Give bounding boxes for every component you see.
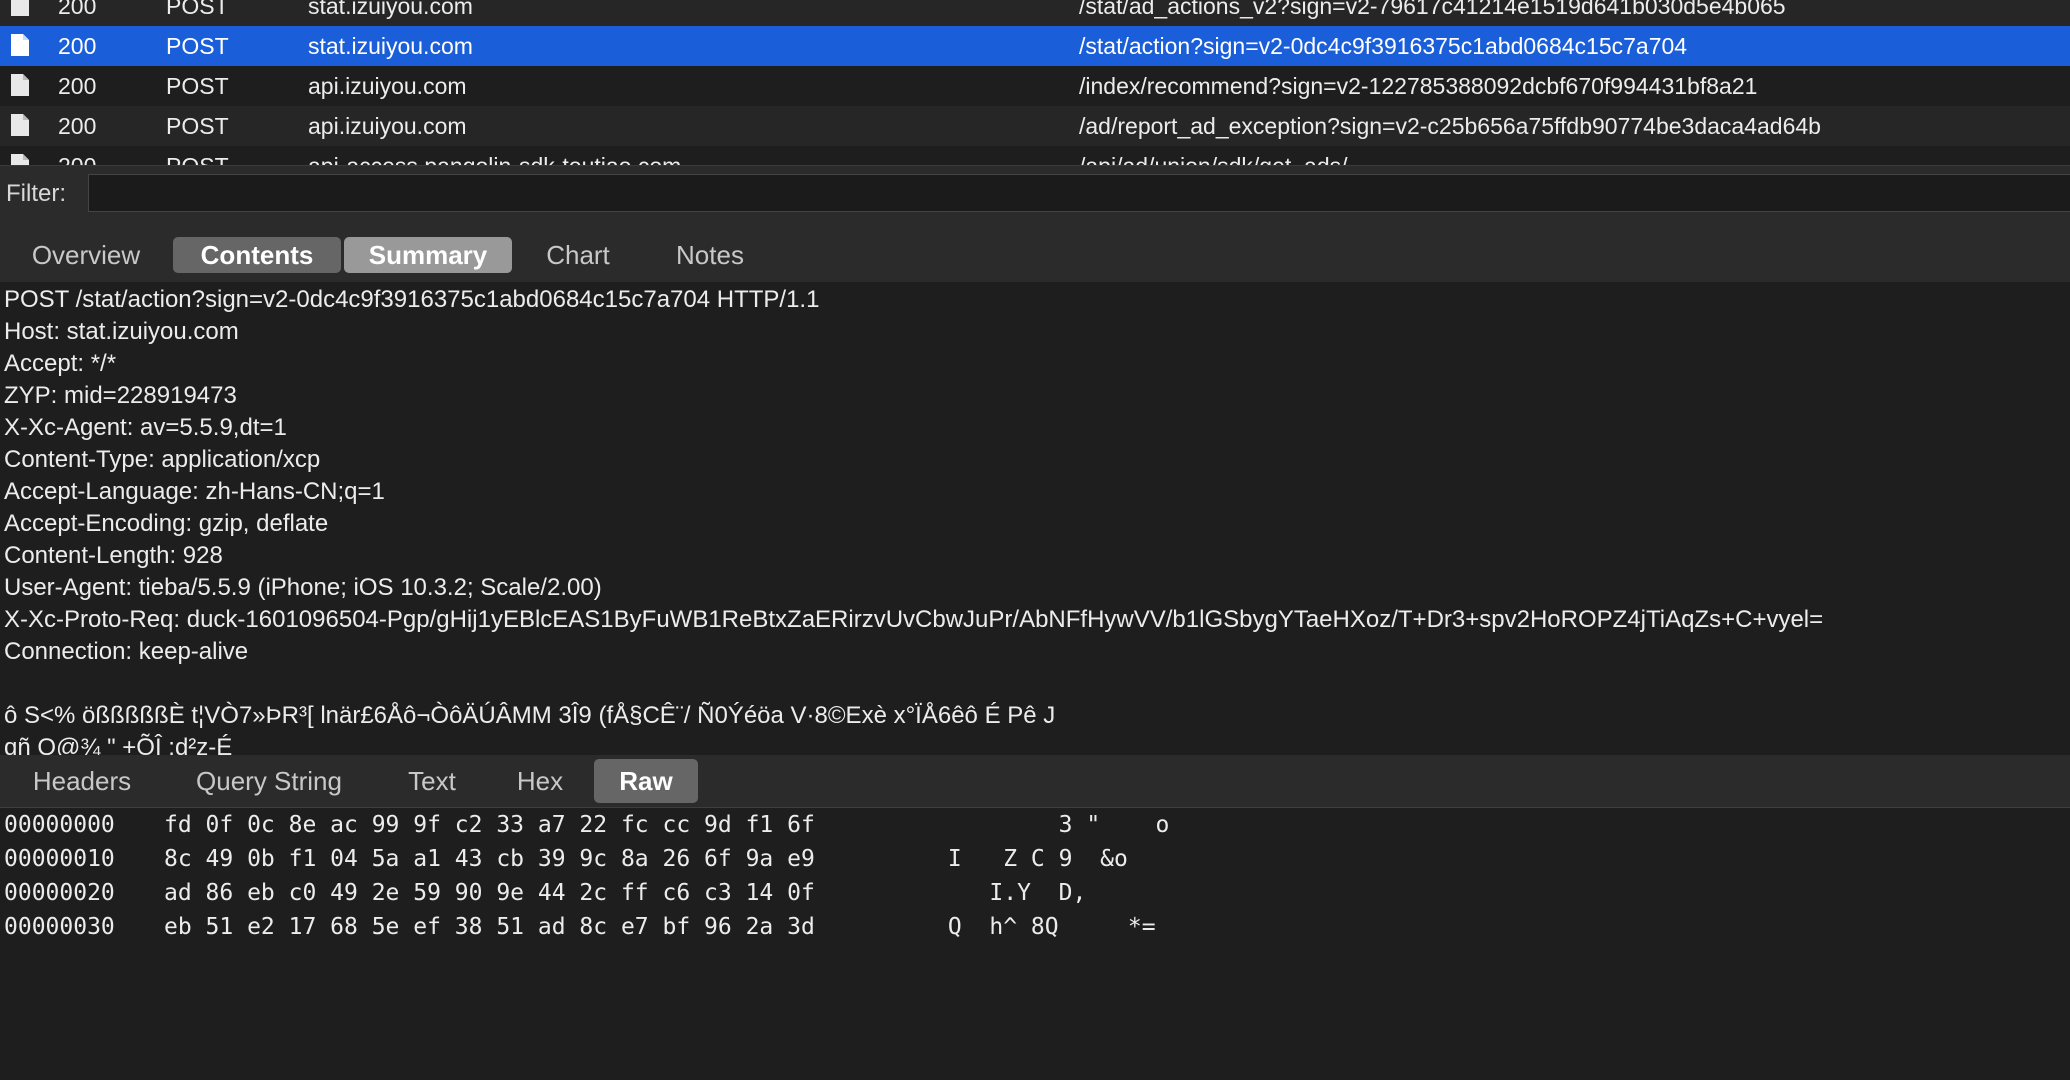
body-tab-bar: Headers Query String Text Hex Raw [0,755,2070,808]
header-connection: Connection: keep-alive [4,638,249,665]
tab-chart[interactable]: Chart [528,237,628,273]
header-accept: Accept: */* [4,350,117,377]
hex-ascii: I Z C 9 &o [934,846,1128,872]
body-binary-line: ô S<% ößßßßßÈ t¦VÒ7»ÞR³[ lnär£6Åô¬ÒôÄÚÂM… [4,702,1056,729]
hex-ascii: I.Y D, [934,880,1087,906]
hex-line: 00000000 fd 0f 0c 8e ac 99 9f c2 33 a7 2… [4,808,1169,842]
request-host: api-access.pangolin-sdk-toutiao.com [308,146,681,165]
tab-text[interactable]: Text [394,759,470,803]
header-user-agent: User-Agent: tieba/5.5.9 (iPhone; iOS 10.… [4,574,602,601]
document-icon [10,113,30,137]
request-host: stat.izuiyou.com [308,0,473,19]
hex-offset: 00000010 [4,846,115,872]
hex-line: 00000010 8c 49 0b f1 04 5a a1 43 cb 39 9… [4,842,1128,876]
body-binary-line: qñ Q@¾ " +ÕÎ :d²z-É [4,734,233,755]
request-path: /stat/ad_actions_v2?sign=v2-79617c41214e… [1079,0,1786,19]
detail-tab-bar: Overview Contents Summary Chart Notes [0,226,2070,282]
request-method: POST [166,33,229,59]
request-method: POST [166,146,229,165]
request-path: /ad/report_ad_exception?sign=v2-c25b656a… [1079,113,1821,139]
tab-query-string[interactable]: Query String [180,759,358,803]
hex-bytes: fd 0f 0c 8e ac 99 9f c2 33 a7 22 fc cc 9… [164,812,815,838]
document-icon [10,0,30,17]
header-content-type: Content-Type: application/xcp [4,446,321,473]
hex-offset: 00000000 [4,812,115,838]
hex-offset: 00000030 [4,914,115,940]
request-row[interactable]: 200 POST api.izuiyou.com /ad/report_ad_e… [0,106,2070,146]
tab-headers[interactable]: Headers [20,759,144,803]
request-host: api.izuiyou.com [308,113,467,139]
request-status: 200 [58,146,96,165]
document-icon [10,153,30,165]
header-zyp: ZYP: mid=228919473 [4,382,237,409]
hex-line: 00000020 ad 86 eb c0 49 2e 59 90 9e 44 2… [4,876,1086,910]
tab-summary[interactable]: Summary [344,237,512,273]
header-host: Host: stat.izuiyou.com [4,318,239,345]
request-method: POST [166,73,229,99]
request-host: stat.izuiyou.com [308,33,473,59]
hex-line: 00000030 eb 51 e2 17 68 5e ef 38 51 ad 8… [4,910,1156,944]
tab-notes[interactable]: Notes [660,237,760,273]
header-accept-language: Accept-Language: zh-Hans-CN;q=1 [4,478,385,505]
request-path: /api/ad/union/sdk/get_ads/ [1079,146,1348,165]
request-status: 200 [58,33,97,59]
hex-dump[interactable]: 00000000 fd 0f 0c 8e ac 99 9f c2 33 a7 2… [0,808,2070,966]
hex-ascii: 3 " o [934,812,1170,838]
tab-overview[interactable]: Overview [18,237,154,273]
request-host: api.izuiyou.com [308,73,467,99]
hex-bytes: ad 86 eb c0 49 2e 59 90 9e 44 2c ff c6 c… [164,880,815,906]
hex-bytes: 8c 49 0b f1 04 5a a1 43 cb 39 9c 8a 26 6… [164,846,815,872]
request-status: 200 [58,113,97,139]
request-method: POST [166,113,229,139]
request-content[interactable]: POST /stat/action?sign=v2-0dc4c9f3916375… [0,282,2070,755]
tab-contents[interactable]: Contents [173,237,341,273]
request-method: POST [166,0,229,19]
request-row[interactable]: 200 POST stat.izuiyou.com /stat/ad_actio… [0,0,2070,26]
filter-label: Filter: [6,180,66,207]
request-row-selected[interactable]: 200 POST stat.izuiyou.com /stat/action?s… [0,26,2070,66]
request-status: 200 [58,73,97,99]
header-x-xc-agent: X-Xc-Agent: av=5.5.9,dt=1 [4,414,287,441]
request-row[interactable]: 200 POST api-access.pangolin-sdk-toutiao… [0,146,2070,165]
header-content-length: Content-Length: 928 [4,542,223,569]
request-path: /index/recommend?sign=v2-122785388092dcb… [1079,73,1758,99]
hex-offset: 00000020 [4,880,115,906]
filter-bar: Filter: [0,165,2070,227]
request-status: 200 [58,0,97,19]
request-row[interactable]: 200 POST api.izuiyou.com /index/recommen… [0,66,2070,106]
tab-raw[interactable]: Raw [594,759,698,803]
filter-input[interactable] [88,174,2070,212]
document-icon [10,73,30,97]
request-line: POST /stat/action?sign=v2-0dc4c9f3916375… [4,286,820,313]
tab-hex[interactable]: Hex [502,759,578,803]
request-path: /stat/action?sign=v2-0dc4c9f3916375c1abd… [1079,33,1688,59]
hex-ascii: Q h^ 8Q *= [934,914,1156,940]
hex-bytes: eb 51 e2 17 68 5e ef 38 51 ad 8c e7 bf 9… [164,914,815,940]
header-x-xc-proto-req: X-Xc-Proto-Req: duck-1601096504-Pgp/gHij… [4,606,1824,633]
request-list[interactable]: 200 POST stat.izuiyou.com /stat/ad_actio… [0,0,2070,165]
document-icon [10,33,30,57]
header-accept-encoding: Accept-Encoding: gzip, deflate [4,510,329,537]
